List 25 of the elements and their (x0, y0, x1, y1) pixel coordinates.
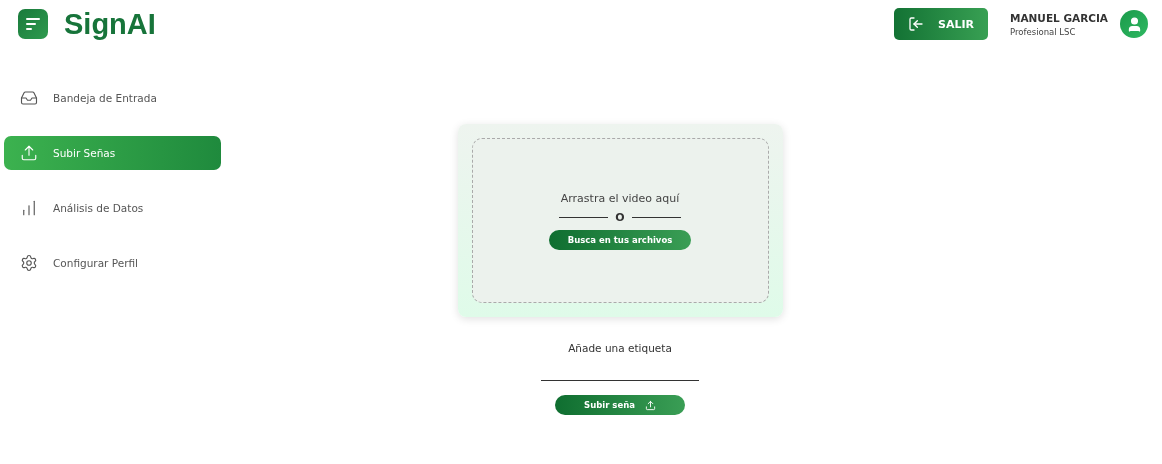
sidebar-label: Configurar Perfil (53, 257, 138, 269)
brand-name: SignAI (64, 7, 156, 41)
upload-icon (20, 144, 38, 162)
sidebar-item[interactable]: Bandeja de Entrada (4, 81, 221, 115)
sidebar-label: Bandeja de Entrada (53, 92, 157, 104)
drop-prompt: Arrastra el video aquí (560, 191, 680, 205)
bar-chart-icon (20, 199, 38, 217)
separator-text: O (615, 210, 625, 224)
sidebar-label: Subir Señas (53, 147, 116, 159)
logout-icon (908, 16, 924, 32)
tag-label: Añade una etiqueta (568, 342, 672, 354)
upload-icon (644, 399, 656, 411)
user-name: MANUEL GARCIA (1010, 11, 1109, 24)
user-role: Profesional LSC (1010, 26, 1077, 37)
drop-zone[interactable]: Arrastra el video aquí O Busca en tus archivos (471, 138, 769, 303)
sidebar-label: Análisis de Datos (53, 202, 144, 214)
settings-icon (20, 254, 38, 272)
avatar-icon[interactable] (1120, 10, 1148, 38)
sidebar-item[interactable]: Análisis de Datos (4, 191, 221, 225)
logo-icon (18, 9, 48, 39)
sidebar-item[interactable]: Configurar Perfil (4, 246, 221, 280)
submit-button[interactable]: Subir seña (555, 395, 685, 415)
browse-button[interactable]: Busca en tus archivos (549, 229, 691, 250)
inbox-icon (20, 89, 38, 107)
logout-button[interactable]: SALIR (894, 8, 988, 40)
